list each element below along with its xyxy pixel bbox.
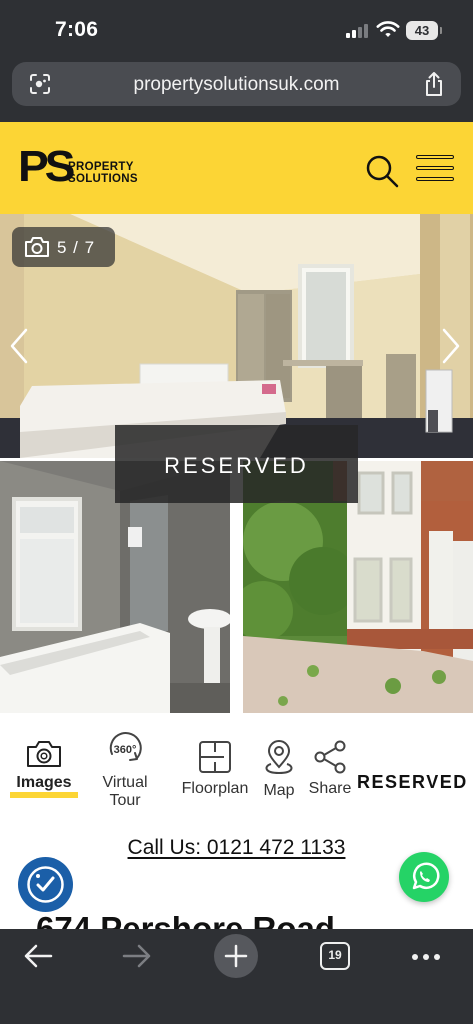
camera-icon [27,741,61,767]
camera-icon [25,237,49,257]
accessibility-icon [27,866,64,903]
share-label: Share [308,780,352,797]
images-tab-label: Images [10,774,78,798]
images-tab[interactable]: Images [10,740,78,798]
cellular-signal-icon [346,24,372,38]
virtual-tour-label-line-1: Virtual [102,774,148,791]
logo-line-2: SOLUTIONS [68,173,138,185]
site-header: PS PROPERTY SOLUTIONS [0,122,473,214]
logo-wordmark: PROPERTY SOLUTIONS [68,161,138,185]
map-pin-icon [265,740,293,775]
virtual-tour-label-line-2: Tour [109,792,141,809]
floorplan-label: Floorplan [181,780,249,797]
url-text: propertysolutionsuk.com [133,74,340,95]
share-icon[interactable] [423,71,445,97]
photo-counter-text: 5 / 7 [57,238,96,257]
floorplan-icon [199,741,231,773]
share-nodes-icon [314,740,346,774]
status-bar: 7:06 43 [0,0,473,60]
hamburger-menu-icon[interactable] [416,155,454,183]
floorplan-tab[interactable]: Floorplan [176,740,254,798]
map-tab[interactable]: Map [258,740,300,800]
more-options-icon[interactable] [411,953,441,961]
status-time: 7:06 [55,18,99,41]
360-tour-icon: 360° [109,732,142,761]
plus-icon [224,944,248,968]
chevron-left-icon[interactable] [8,326,30,366]
accessibility-button[interactable] [18,857,73,912]
battery-indicator: 43 [406,21,442,40]
map-label: Map [263,782,295,799]
browser-url-area: propertysolutionsuk.com [0,60,473,122]
360-badge-text: 360° [114,744,137,756]
reserved-banner: RESERVED [115,425,358,503]
whatsapp-button[interactable] [399,852,449,902]
chevron-right-icon[interactable] [440,326,462,366]
photo-counter: 5 / 7 [12,227,115,267]
forward-arrow-icon[interactable] [122,943,152,969]
search-icon[interactable] [365,154,399,188]
site-logo[interactable]: PS PROPERTY SOLUTIONS [18,142,142,192]
browser-toolbar: 19 [0,929,473,1024]
address-bar[interactable]: propertysolutionsuk.com [12,62,461,106]
logo-line-1: PROPERTY [68,161,134,173]
tabs-button[interactable]: 19 [320,942,350,970]
photo-gallery: 5 / 7 RESERVED [0,214,473,714]
wifi-icon [376,21,400,37]
whatsapp-icon [412,862,440,890]
share-tab[interactable]: Share [305,740,355,798]
new-tab-button[interactable] [214,934,258,978]
back-arrow-icon[interactable] [23,943,53,969]
logo-initials: PS [18,142,75,191]
listing-tools: Images 360° Virtual Tour Floorplan Map S… [0,714,473,826]
virtual-tour-tab[interactable]: 360° Virtual Tour [92,730,158,810]
reserved-status: RESERVED [357,772,468,792]
